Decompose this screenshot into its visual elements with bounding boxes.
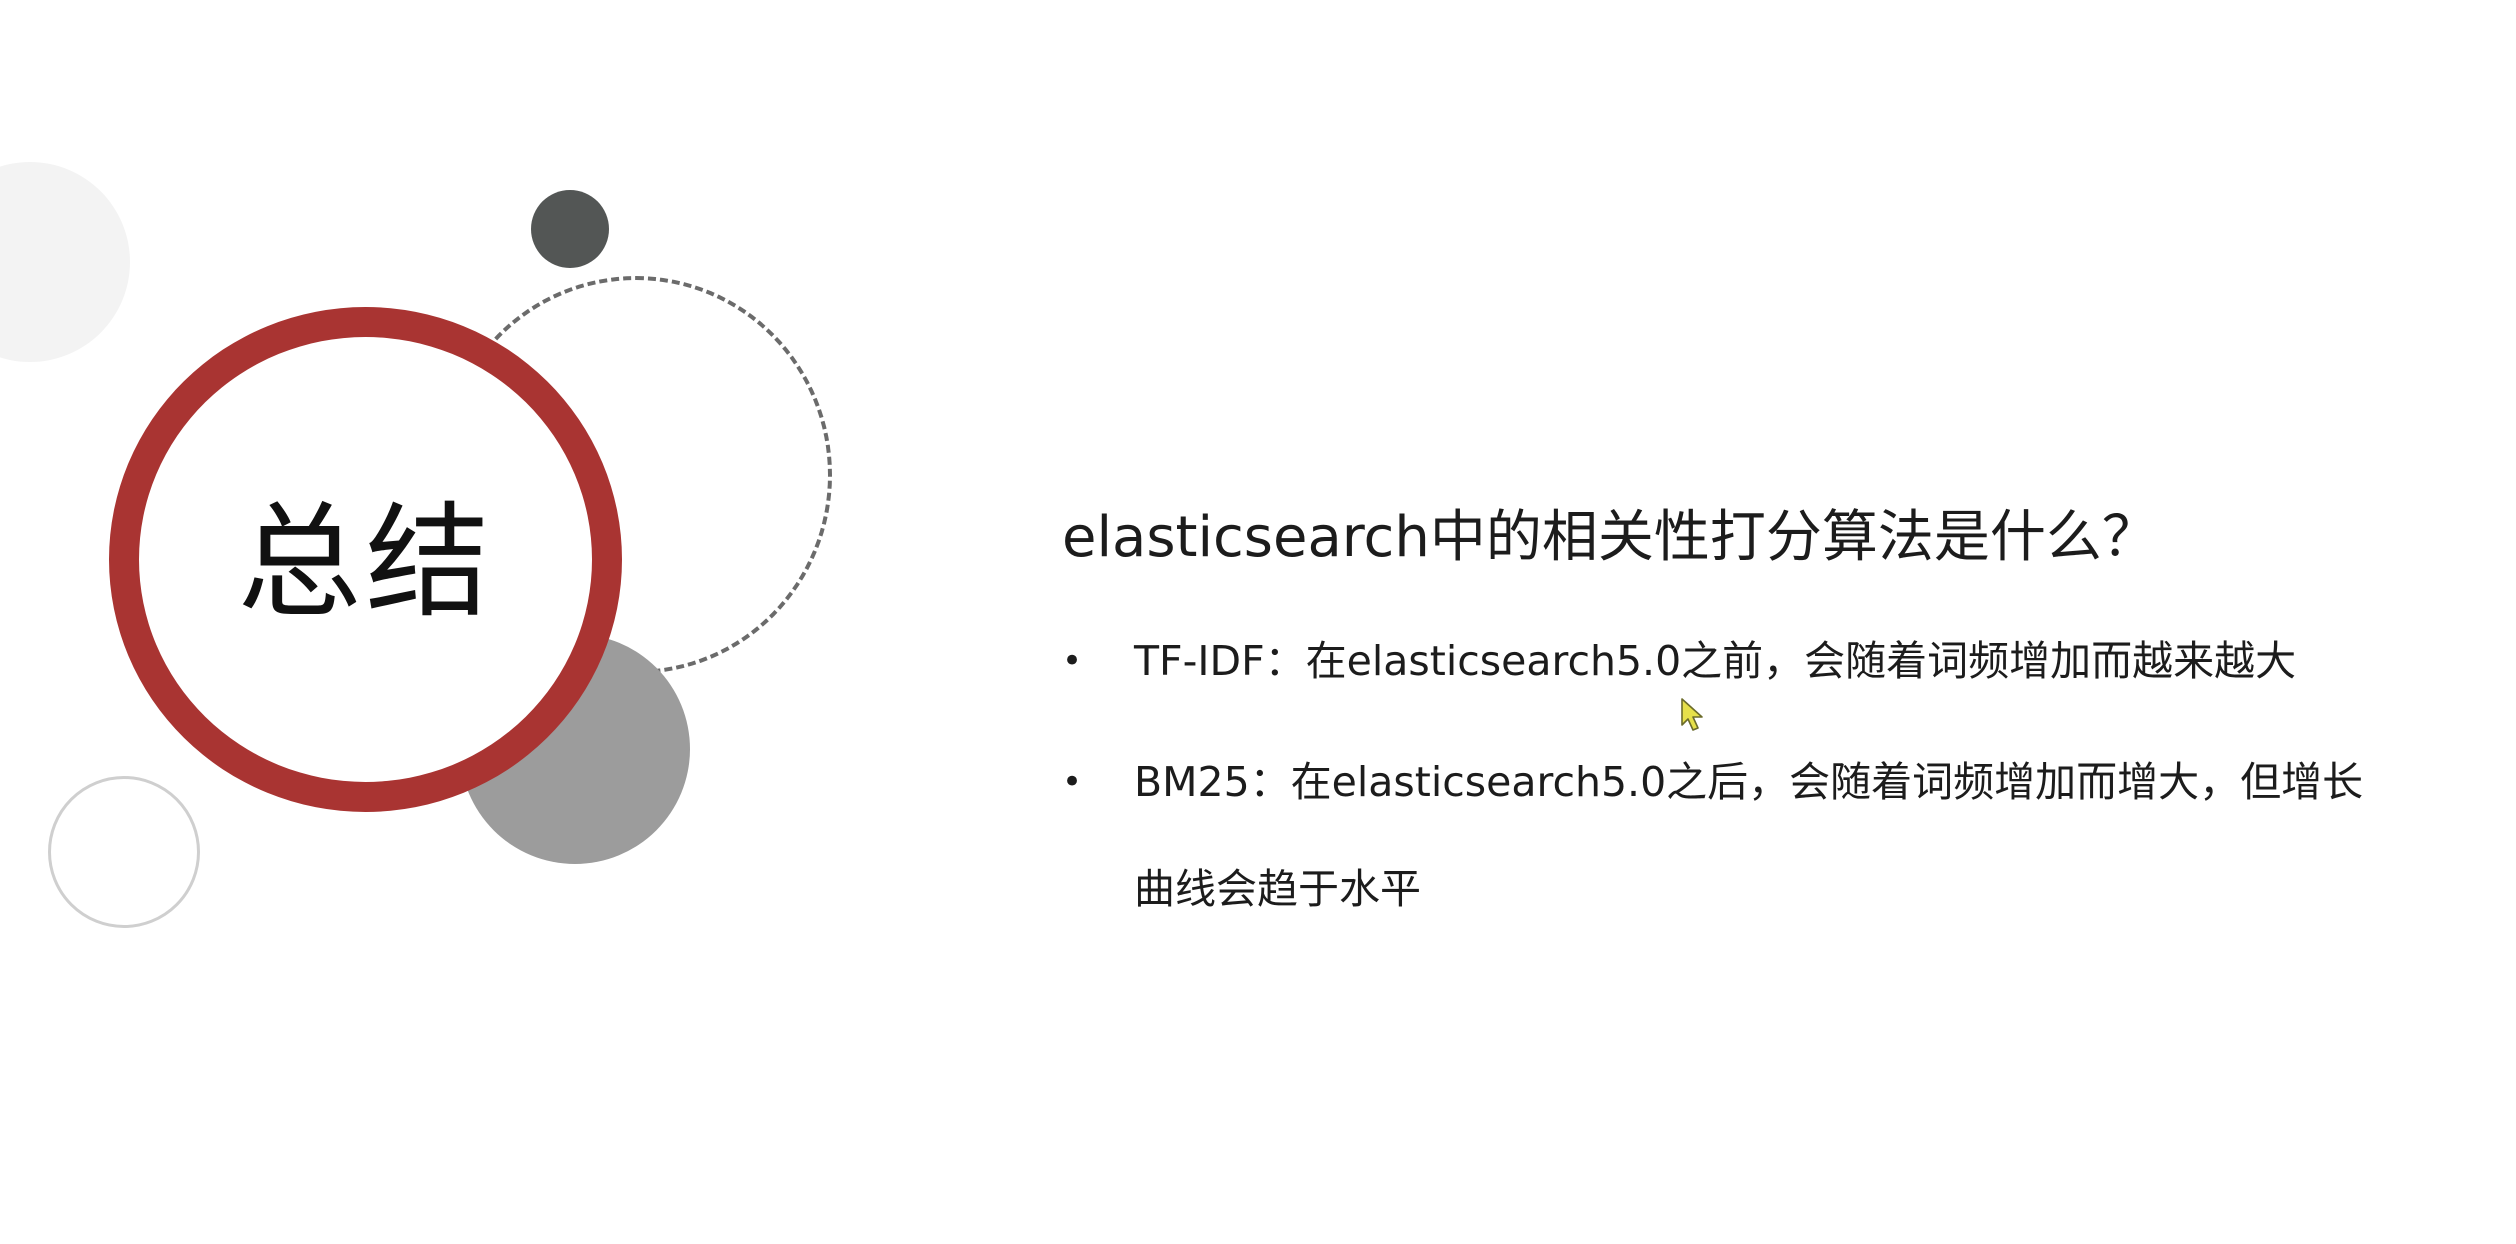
bullet-text: TF-IDF：在elasticsearch5.0之前，会随着词频增加而越来越大 — [1134, 637, 2297, 685]
bullet-icon: • — [1062, 762, 1083, 802]
question-heading: elasticsearch中的相关性打分算法是什么？ — [1062, 505, 2158, 570]
slide-content: elasticsearch中的相关性打分算法是什么？ • TF-IDF：在ela… — [1062, 498, 2462, 957]
title-ring: 总结 — [109, 307, 622, 812]
mouse-pointer-icon — [1681, 698, 1703, 731]
bullet-icon: • — [1062, 641, 1083, 681]
bullet-list: • TF-IDF：在elasticsearch5.0之前，会随着词频增加而越来越… — [1062, 608, 2462, 943]
list-item: • TF-IDF：在elasticsearch5.0之前，会随着词频增加而越来越… — [1062, 608, 2462, 715]
list-item: • BM25：在elasticsearch5.0之后，会随着词频增加而增大，但增… — [1062, 729, 2462, 943]
decorative-circle-dark — [531, 190, 609, 268]
bullet-text: BM25：在elasticsearch5.0之后，会随着词频增加而增大，但增长 — [1134, 758, 2364, 806]
decorative-circle-light — [0, 162, 130, 362]
decorative-circle-outline — [48, 776, 200, 928]
bullet-text-continuation: 曲线会趋于水平 — [1134, 865, 1421, 913]
slide-title: 总结 — [237, 490, 494, 635]
